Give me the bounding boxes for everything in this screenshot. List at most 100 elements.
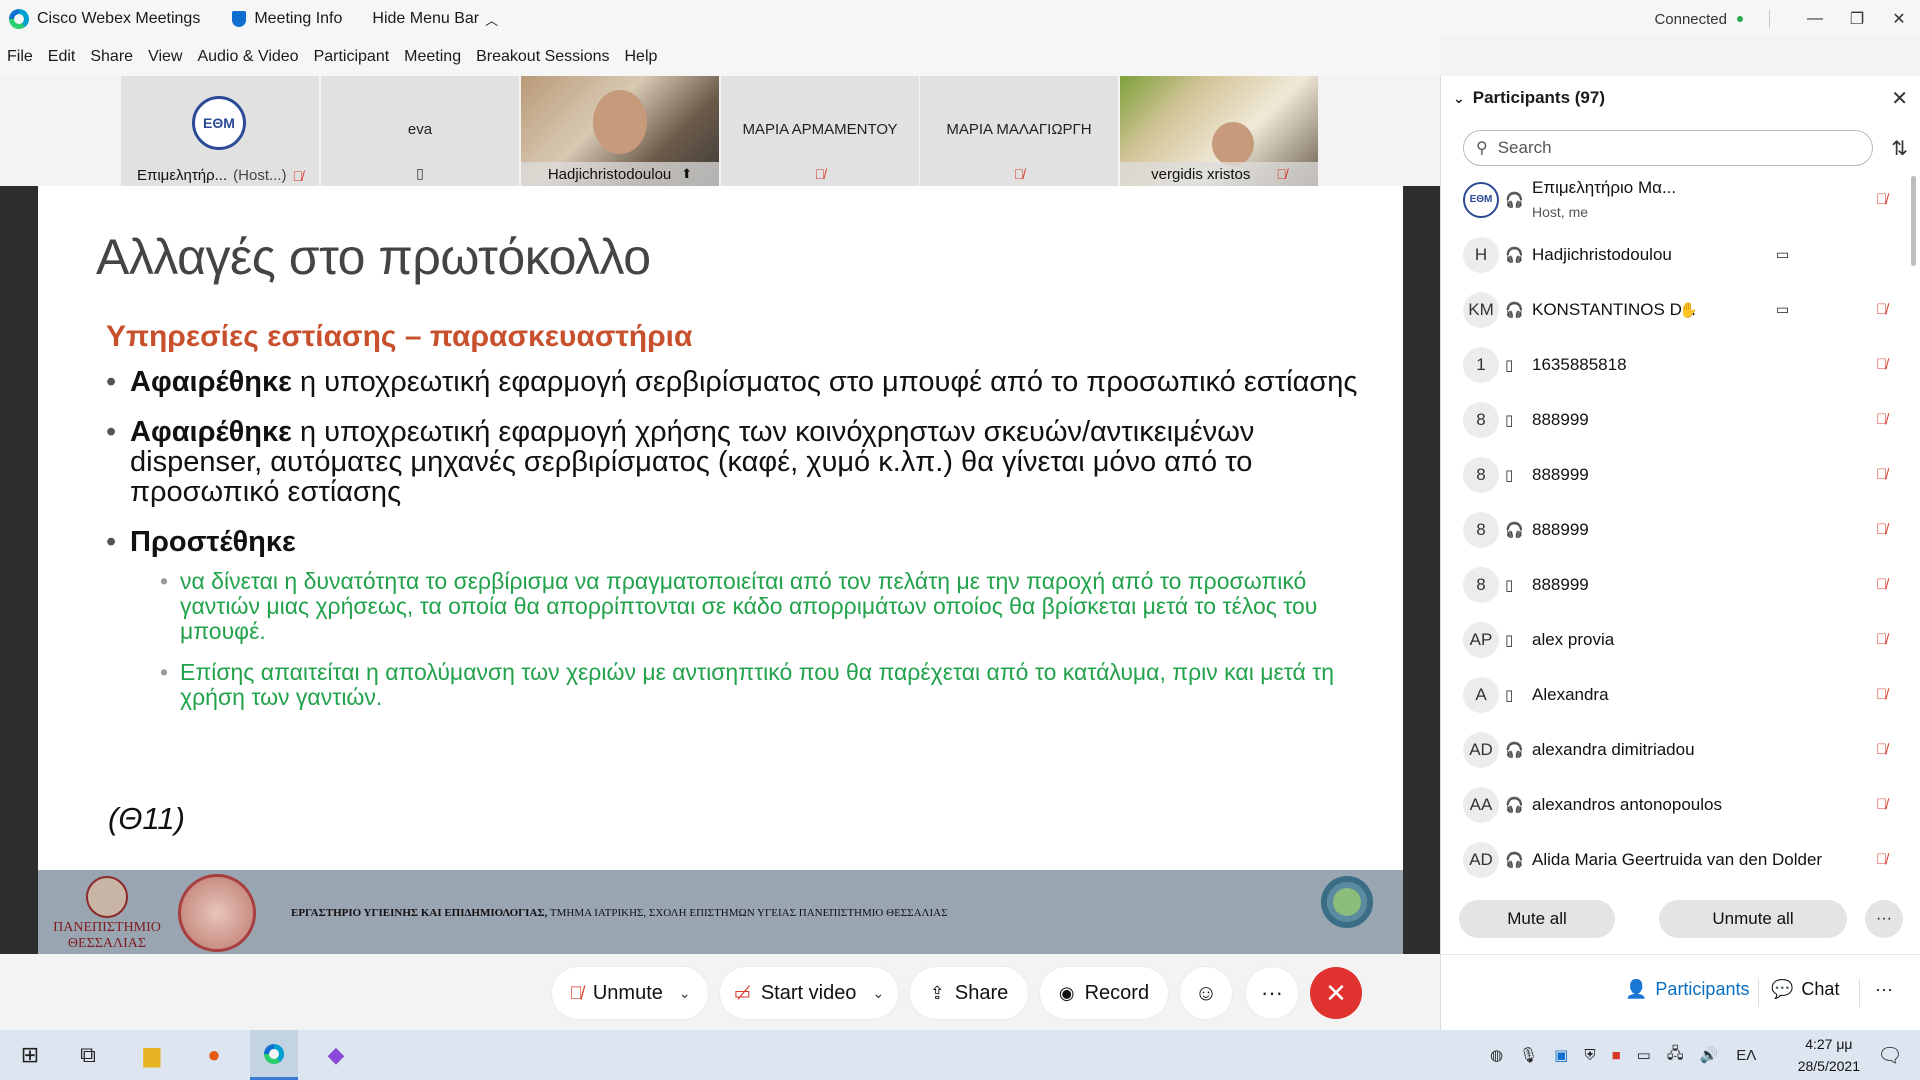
webex-taskbar-icon[interactable]: [250, 1030, 298, 1080]
notifications-icon[interactable]: 🗨: [1866, 1030, 1914, 1080]
mic-muted-icon[interactable]: 🎙̸: [1876, 686, 1887, 703]
reactions-button[interactable]: ☺: [1180, 967, 1232, 1019]
list-item[interactable]: 8 🎧 888999 🎙̸: [1441, 502, 1909, 557]
tile-name: Hadjichristodoulou ⬆: [521, 162, 719, 186]
restore-button[interactable]: ❐: [1836, 0, 1878, 38]
hide-menu-bar-label: Hide Menu Bar: [372, 10, 480, 27]
language-indicator[interactable]: ΕΛ: [1736, 1047, 1756, 1064]
list-item[interactable]: H 🎧 Hadjichristodoulou ▭: [1441, 227, 1909, 282]
avatar: 8: [1463, 456, 1499, 493]
close-panel-button[interactable]: ✕: [1891, 86, 1908, 111]
list-item[interactable]: 1 ▯ 1635885818 🎙̸: [1441, 337, 1909, 392]
list-item[interactable]: 8 ▯ 888999 🎙̸: [1441, 557, 1909, 612]
menu-view[interactable]: View: [148, 48, 182, 66]
mic-muted-icon[interactable]: 🎙̸: [1876, 411, 1887, 428]
microphone-icon[interactable]: 🎙: [1519, 1046, 1538, 1064]
participants-header[interactable]: ⌄ Participants (97): [1453, 88, 1605, 108]
webex-tray-icon[interactable]: ◍: [1490, 1046, 1503, 1064]
hide-menu-bar-button[interactable]: Hide Menu Bar ︿: [372, 10, 498, 29]
video-tile-eva[interactable]: eva ▯: [321, 76, 519, 186]
participant-search-input[interactable]: ⚲ Search: [1463, 130, 1873, 166]
video-tile-hadjichristodoulou[interactable]: Hadjichristodoulou ⬆: [521, 76, 719, 186]
menu-help[interactable]: Help: [625, 48, 658, 66]
tab-participants[interactable]: 👤 Participants: [1625, 969, 1749, 1009]
minimize-button[interactable]: —: [1794, 0, 1836, 38]
mic-muted-icon[interactable]: 🎙̸: [1876, 631, 1887, 648]
webex-logo-icon: [264, 1043, 284, 1064]
scrollbar[interactable]: [1911, 176, 1916, 266]
record-button[interactable]: ◉ Record: [1040, 967, 1168, 1019]
more-icon[interactable]: ···: [1865, 900, 1903, 938]
windows-start-icon[interactable]: ⊞: [6, 1030, 54, 1080]
list-item[interactable]: 8 ▯ 888999 🎙̸: [1441, 447, 1909, 502]
menu-participant[interactable]: Participant: [314, 48, 390, 66]
share-status-icon: ⬆: [681, 166, 693, 181]
leave-meeting-button[interactable]: ✕: [1310, 967, 1362, 1019]
video-tile-vergidis[interactable]: vergidis xristos 🎙̸: [1120, 76, 1318, 186]
list-item[interactable]: 8 ▯ 888999 🎙̸: [1441, 392, 1909, 447]
video-camera-icon: ▭: [1776, 301, 1790, 317]
close-window-button[interactable]: ✕: [1878, 0, 1920, 38]
system-clock[interactable]: 4:27 μμ 28/5/2021: [1798, 1033, 1860, 1077]
mic-muted-icon[interactable]: 🎙̸: [1876, 521, 1887, 538]
tab-chat[interactable]: 💬 Chat: [1771, 969, 1839, 1009]
volume-icon[interactable]: 🔊: [1700, 1046, 1719, 1064]
list-item[interactable]: AA 🎧 alexandros antonopoulos 🎙̸: [1441, 777, 1909, 832]
participant-name: 888999: [1532, 409, 1589, 429]
meeting-info-label: Meeting Info: [254, 10, 343, 27]
list-item[interactable]: KM 🎧 KONSTANTINOS D... ✋ ▭ 🎙̸: [1441, 282, 1909, 337]
mic-muted-icon[interactable]: 🎙̸: [1876, 191, 1887, 208]
list-item[interactable]: ΕΘΜ 🎧 Επιμελητήριο Μα... Host, me 🎙̸: [1441, 172, 1909, 227]
menu-edit[interactable]: Edit: [48, 48, 76, 66]
antivirus-icon[interactable]: ■: [1612, 1047, 1621, 1064]
video-tile-maria-armamentou[interactable]: ΜΑΡΙΑ ΑΡΜΑΜΕΝΤΟΥ 🎙̸: [721, 76, 919, 186]
mic-muted-icon[interactable]: 🎙̸: [1876, 741, 1887, 758]
task-view-icon[interactable]: ⧉: [64, 1030, 112, 1080]
mic-muted-icon[interactable]: 🎙̸: [1876, 466, 1887, 483]
start-video-button[interactable]: ▭̸ Start video ⌄: [720, 967, 898, 1019]
shared-content-area[interactable]: Αλλαγές στο πρωτόκολλο Υπηρεσίες εστίαση…: [0, 186, 1440, 954]
sub-bullet-item: Επίσης απαιτείται η απολύμανση των χεριώ…: [160, 660, 1376, 710]
security-shield-icon[interactable]: ⛨: [1584, 1047, 1595, 1064]
participant-list: ΕΘΜ 🎧 Επιμελητήριο Μα... Host, me 🎙̸ H 🎧…: [1441, 172, 1909, 887]
more-options-button[interactable]: ···: [1246, 967, 1298, 1019]
app-taskbar-icon[interactable]: ◆: [312, 1030, 360, 1080]
unmute-button[interactable]: 🎙̸ Unmute ⌄: [552, 967, 708, 1019]
mute-all-button[interactable]: Mute all: [1459, 900, 1615, 938]
menu-meeting[interactable]: Meeting: [404, 48, 461, 66]
mic-muted-icon[interactable]: 🎙̸: [1876, 796, 1887, 813]
menu-breakout-sessions[interactable]: Breakout Sessions: [476, 48, 609, 66]
more-panels-button[interactable]: ···: [1875, 969, 1893, 1009]
battery-icon[interactable]: ▭: [1637, 1046, 1651, 1064]
video-tile-host[interactable]: ΕΘΜ Επιμελητήρ... (Host...) 🎙̸: [121, 76, 319, 186]
list-item[interactable]: AP ▯ alex provia 🎙̸: [1441, 612, 1909, 667]
zoom-icon[interactable]: ▣: [1554, 1046, 1568, 1064]
chevron-down-icon[interactable]: ⌄: [872, 985, 884, 1002]
start-video-label: Start video: [760, 981, 857, 1004]
list-item[interactable]: AD 🎧 alexandra dimitriadou 🎙̸: [1441, 722, 1909, 777]
avatar: AD: [1463, 841, 1499, 878]
avatar: 8: [1463, 511, 1499, 548]
sort-icon[interactable]: ⇅: [1891, 136, 1908, 161]
tile-name: Επιμελητήρ... (Host...) 🎙̸: [121, 167, 319, 184]
unmute-all-button[interactable]: Unmute all: [1659, 900, 1847, 938]
menu-share[interactable]: Share: [90, 48, 133, 66]
mic-muted-icon[interactable]: 🎙̸: [1876, 301, 1887, 318]
menu-audio-video[interactable]: Audio & Video: [197, 48, 298, 66]
firefox-icon[interactable]: ●: [190, 1030, 238, 1080]
tile-name-text: eva: [407, 121, 433, 138]
connection-status: Connected: [1654, 10, 1727, 28]
file-explorer-icon[interactable]: ▆: [128, 1030, 176, 1080]
avatar: AP: [1463, 621, 1499, 658]
mic-muted-icon[interactable]: 🎙̸: [1876, 851, 1887, 868]
share-button[interactable]: ⇪ Share: [910, 967, 1028, 1019]
meeting-info-button[interactable]: Meeting Info: [232, 10, 342, 28]
network-icon[interactable]: 🖧: [1667, 1043, 1684, 1068]
list-item[interactable]: A ▯ Alexandra 🎙̸: [1441, 667, 1909, 722]
list-item[interactable]: AD 🎧 Alida Maria Geertruida van den Dold…: [1441, 832, 1909, 887]
video-tile-maria-malagiorgi[interactable]: ΜΑΡΙΑ ΜΑΛΑΓΙΩΡΓΗ 🎙̸: [920, 76, 1118, 186]
mic-muted-icon[interactable]: 🎙̸: [1876, 356, 1887, 373]
menu-file[interactable]: File: [7, 48, 33, 66]
chevron-down-icon[interactable]: ⌄: [679, 985, 691, 1002]
mic-muted-icon[interactable]: 🎙̸: [1876, 576, 1887, 593]
